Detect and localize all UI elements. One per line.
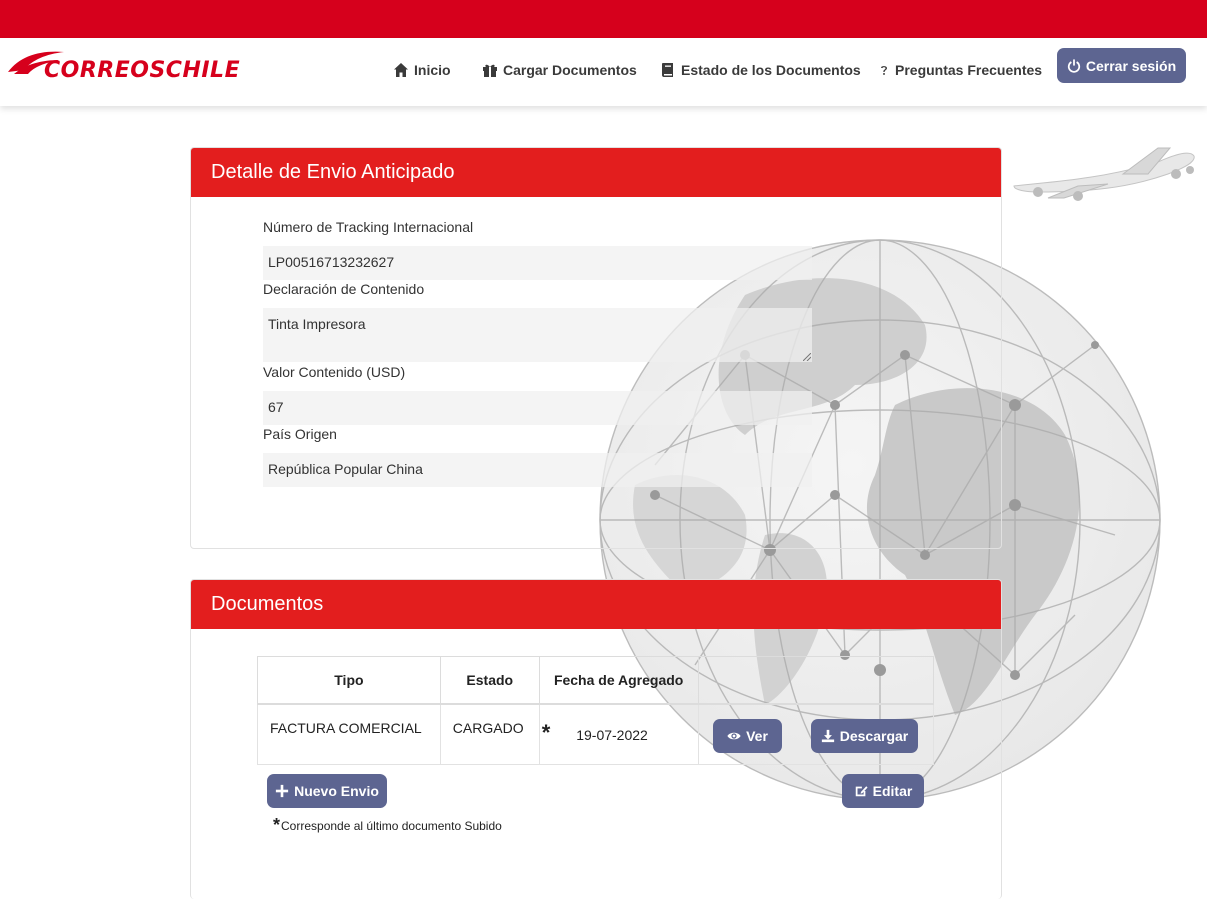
edit-button[interactable]: Editar [842, 774, 924, 808]
documents-card-title: Documentos [191, 580, 1001, 629]
logout-button[interactable]: Cerrar sesión [1057, 48, 1186, 83]
content-declaration-textarea[interactable]: Tinta Impresora [263, 308, 812, 362]
top-red-bar [0, 0, 1207, 38]
new-shipment-button[interactable]: Nuevo Envio [267, 774, 387, 808]
nav-cargar-documentos[interactable]: Cargar Documentos [482, 60, 637, 80]
column-actions [697, 656, 935, 705]
content-declaration-value: Tinta Impresora [268, 316, 366, 332]
column-fecha: Fecha de Agregado [538, 656, 699, 705]
cell-estado: CARGADO [439, 703, 540, 765]
origin-country-label: País Origen [263, 426, 337, 442]
origin-country-field[interactable]: República Popular China [263, 453, 812, 487]
download-label: Descargar [839, 728, 909, 744]
nav-preguntas-frecuentes[interactable]: Preguntas Frecuentes [878, 60, 1042, 80]
correoschile-logo[interactable]: CORREOSCHILE [6, 44, 240, 84]
question-icon [881, 66, 887, 75]
footnote: * Corresponde al último documento Subido [273, 815, 502, 836]
logo-text: CORREOSCHILE [44, 58, 241, 83]
power-icon [1067, 58, 1080, 73]
plus-icon [275, 784, 289, 798]
nav-inicio-label: Inicio [414, 62, 451, 78]
table-header-row: Tipo Estado Fecha de Agregado [257, 656, 935, 705]
footnote-marker: * [273, 815, 281, 835]
detail-card-title: Detalle de Envio Anticipado [191, 148, 1001, 197]
nav-estado-label: Estado de los Documentos [681, 62, 861, 78]
edit-icon [855, 786, 868, 797]
resize-grip-icon[interactable] [803, 353, 811, 361]
download-icon [821, 729, 834, 743]
gift-icon [483, 64, 497, 77]
home-icon [394, 63, 408, 77]
latest-marker: * [541, 719, 551, 745]
documents-card: Documentos Tipo Estado Fecha de Agregado… [190, 579, 1002, 899]
detail-card: Detalle de Envio Anticipado Número de Tr… [190, 147, 1002, 549]
edit-label: Editar [872, 783, 913, 799]
eye-icon [727, 732, 741, 740]
tracking-label: Número de Tracking Internacional [263, 219, 474, 235]
view-label: Ver [746, 728, 768, 744]
view-button[interactable]: Ver [713, 719, 782, 753]
nav-estado-documentos[interactable]: Estado de los Documentos [660, 60, 861, 80]
nav-inicio[interactable]: Inicio [393, 60, 451, 80]
cell-fecha: * 19-07-2022 [538, 703, 699, 765]
column-tipo: Tipo [257, 656, 441, 705]
cell-tipo: FACTURA COMERCIAL [257, 703, 441, 765]
column-estado: Estado [439, 656, 540, 705]
cell-fecha-value: 19-07-2022 [576, 726, 648, 743]
download-button[interactable]: Descargar [811, 719, 918, 753]
nav-preguntas-label: Preguntas Frecuentes [895, 62, 1043, 78]
tracking-field[interactable]: LP00516713232627 [263, 246, 812, 280]
book-icon [662, 63, 673, 77]
airplane-image [1013, 147, 1195, 201]
content-declaration-label: Declaración de Contenido [263, 281, 425, 297]
content-value-label: Valor Contenido (USD) [263, 364, 406, 380]
footnote-text: Corresponde al último documento Subido [281, 818, 502, 833]
navbar: CORREOSCHILE Inicio Cargar Documentos Es… [0, 38, 1207, 106]
nav-cargar-label: Cargar Documentos [503, 62, 637, 78]
logout-label: Cerrar sesión [1085, 57, 1177, 74]
content-value-field[interactable]: 67 [263, 391, 812, 425]
new-shipment-label: Nuevo Envio [294, 783, 379, 799]
